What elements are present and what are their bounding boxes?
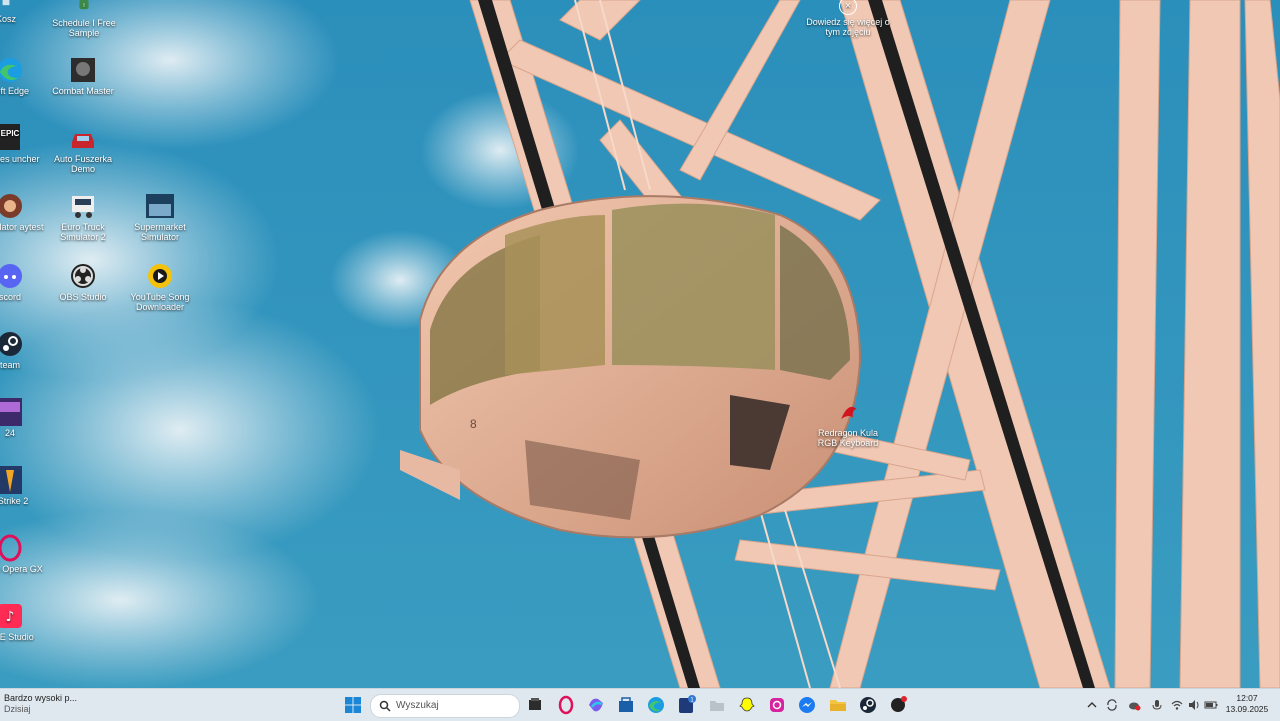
app-red-dot-icon[interactable] — [888, 695, 908, 715]
steam-icon — [0, 332, 22, 356]
recycle-bin-icon — [2, 0, 10, 6]
photo-info-button[interactable]: × Dowiedz się więcej o tym zdjęciu — [806, 0, 890, 37]
cloud-status-icon[interactable] — [1127, 698, 1141, 712]
taskbar-search-box[interactable]: Wyszukaj — [370, 694, 520, 718]
microphone-icon[interactable] — [1150, 698, 1164, 712]
obs-icon — [71, 264, 95, 288]
svg-text:I: I — [83, 3, 84, 9]
desktop-icon-recycle-bin[interactable]: Kosz — [0, 0, 42, 24]
desktop-icon-steam[interactable]: team — [0, 330, 46, 370]
steam-taskbar-icon[interactable] — [858, 695, 878, 715]
instagram-icon[interactable] — [767, 695, 787, 715]
car-icon — [72, 134, 94, 148]
desktop-icon-counter-strike[interactable]: r-Strike 2 — [0, 466, 46, 506]
game-24-icon — [0, 398, 22, 426]
combat-master-icon — [71, 58, 95, 82]
desktop-icon-combat-master[interactable]: Combat Master — [47, 56, 119, 96]
desktop-icon-supermarket[interactable]: Supermarket Simulator — [124, 192, 196, 242]
svg-text:♪: ♪ — [6, 609, 15, 625]
desktop-icon-euro-truck[interactable]: Euro Truck Simulator 2 — [47, 192, 119, 242]
messenger-icon[interactable] — [797, 695, 817, 715]
notification-widget[interactable]: Bardzo wysoki p... Dzisiaj — [4, 693, 77, 715]
redragon-icon — [841, 406, 857, 420]
edge-icon[interactable] — [646, 695, 666, 715]
opera-gx-icon — [0, 534, 22, 562]
desktop-icon-obs[interactable]: OBS Studio — [47, 262, 119, 302]
edge-icon — [0, 58, 22, 82]
tiktok-live-icon: ♪ — [0, 604, 22, 628]
symulator-icon — [0, 194, 22, 218]
notification-title: Bardzo wysoki p... — [4, 693, 78, 703]
store-icon[interactable] — [616, 695, 636, 715]
schedule-one-icon: I — [79, 0, 89, 10]
discord-icon — [0, 264, 22, 288]
file-explorer-dark-icon[interactable] — [525, 695, 545, 715]
desktop-wallpaper: 8 — [0, 0, 1280, 688]
truck-icon — [72, 196, 94, 218]
sync-icon[interactable] — [1105, 698, 1119, 712]
clock-date: 13.09.2025 — [1225, 704, 1269, 714]
chevron-up-icon[interactable] — [1085, 698, 1099, 712]
search-placeholder: Wyszukaj — [396, 700, 439, 711]
network-icon[interactable] — [1170, 698, 1184, 712]
taskbar: Bardzo wysoki p... Dzisiaj Wyszukaj 1 12… — [0, 688, 1280, 721]
desktop-icon-edge[interactable]: soft Edge — [0, 56, 46, 96]
cabin-number: 8 — [470, 417, 477, 431]
desktop-icon-schedule-one[interactable]: I Schedule I Free Sample — [48, 0, 120, 38]
supermarket-icon — [146, 194, 174, 218]
folder-grey-icon[interactable] — [707, 695, 727, 715]
close-circle-icon: × — [839, 0, 857, 15]
notification-subtitle: Dzisiaj — [4, 704, 31, 714]
windows-start-icon[interactable] — [343, 695, 363, 715]
files-icon[interactable] — [828, 695, 848, 715]
desktop-icon-game-24[interactable]: 24 — [0, 398, 46, 438]
counter-strike-icon — [0, 466, 22, 494]
clock-time: 12:07 — [1236, 693, 1258, 703]
desktop-icon-tiktok-live[interactable]: ♪ LIVE Studio — [0, 602, 46, 642]
battery-icon[interactable] — [1204, 698, 1218, 712]
desktop-icon-opera-gx[interactable]: darka Opera GX — [0, 534, 46, 574]
copilot-icon[interactable] — [586, 695, 606, 715]
desktop-icon-epic-games[interactable]: EPIC Games uncher — [0, 124, 46, 164]
youtube-song-icon — [148, 264, 172, 288]
search-icon — [379, 700, 391, 712]
app-badge-icon[interactable]: 1 — [677, 695, 697, 715]
system-clock[interactable]: 12:07 13.09.2025 — [1222, 693, 1272, 715]
desktop-icon-redragon[interactable]: Redragon Kula RGB Keyboard — [812, 402, 884, 448]
desktop-icon-discord[interactable]: scord — [0, 262, 46, 302]
epic-games-icon: EPIC — [0, 124, 20, 150]
desktop-icon-youtube-song[interactable]: YouTube Song Downloader — [124, 262, 196, 312]
desktop-icon-auto-fuszerka[interactable]: Auto Fuszerka Demo — [47, 124, 119, 174]
snapchat-icon[interactable] — [737, 695, 757, 715]
opera-icon[interactable] — [556, 695, 576, 715]
epic-badge: EPIC — [1, 129, 20, 138]
photo-info-label: Dowiedz się więcej o tym zdjęciu — [806, 17, 890, 37]
speaker-icon[interactable] — [1187, 698, 1201, 712]
desktop-icon-symulator[interactable]: Symulator aytest — [0, 192, 46, 232]
